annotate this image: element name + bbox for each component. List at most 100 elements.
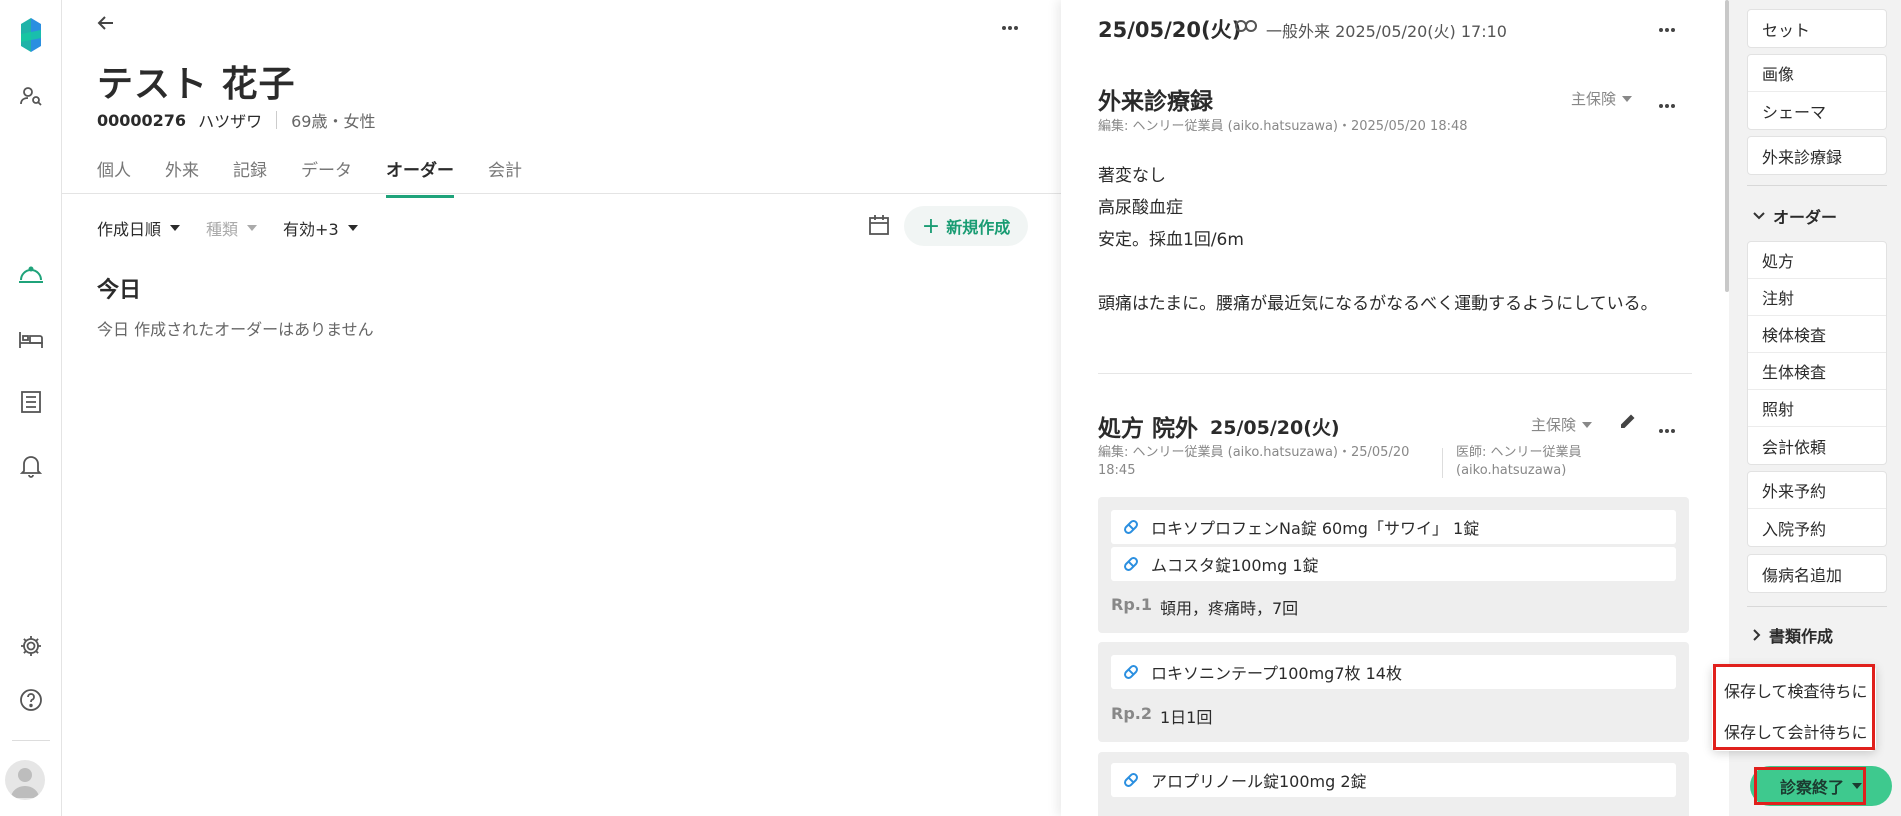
rp-usage: Rp.1 頓用，疼痛時，7回 — [1111, 595, 1298, 619]
sidebar-group: 外来診療録 — [1747, 136, 1887, 175]
sidebar-item-set[interactable]: セット — [1748, 10, 1886, 47]
caret-down-icon — [1582, 421, 1593, 428]
note-line: 頭痛はたまに。腰痛が最近気になるがなるべく運動するようにしている。 — [1098, 294, 1658, 314]
tab-orders[interactable]: オーダー — [386, 156, 454, 198]
more-icon[interactable] — [1659, 18, 1675, 37]
insurance-dropdown[interactable]: 主保険 — [1571, 88, 1633, 109]
link-icon[interactable] — [1235, 18, 1257, 37]
plus-icon: + — [921, 213, 941, 239]
sidebar-item-add-diagnosis[interactable]: 傷病名追加 — [1748, 555, 1886, 592]
note-line — [1098, 256, 1698, 288]
bell-icon[interactable] — [11, 446, 51, 486]
medication-item[interactable]: ロキソプロフェンNa錠 60mg「サワイ」 1錠 — [1111, 510, 1676, 544]
record-panel: 25/05/20(火) 一般外来 2025/05/20(火) 17:10 外来診… — [1061, 0, 1729, 816]
pill-icon — [1121, 517, 1141, 537]
docs-section-toggle[interactable]: 書類作成 — [1753, 623, 1833, 647]
order-heading: オーダー — [1773, 208, 1838, 227]
valid-dropdown[interactable]: 有効+3 — [283, 216, 358, 240]
sidebar-group: セット — [1747, 9, 1887, 48]
sidebar-item-image[interactable]: 画像 — [1748, 55, 1886, 92]
more-icon[interactable] — [1659, 419, 1675, 438]
prescription-edited-info: 編集: ヘンリー従業員 (aiko.hatsuzawa)・25/05/20 18… — [1098, 444, 1428, 480]
logo-icon[interactable] — [11, 16, 51, 56]
meta-separator — [276, 111, 278, 129]
medication-item[interactable]: ロキソニンテープ100mg7枚 14枚 — [1111, 655, 1676, 689]
back-arrow-icon[interactable] — [96, 13, 116, 37]
pill-icon — [1121, 662, 1141, 682]
sidebar-item-injection[interactable]: 注射 — [1748, 279, 1886, 316]
sidebar-item-outpatient-reservation[interactable]: 外来予約 — [1748, 472, 1886, 509]
insurance-label: 主保険 — [1531, 416, 1577, 434]
today-heading: 今日 — [97, 278, 142, 303]
reception-icon[interactable] — [11, 256, 51, 296]
caret-down-icon — [347, 225, 358, 231]
help-icon[interactable] — [11, 680, 51, 720]
sidebar-item-schema[interactable]: シェーマ — [1748, 92, 1886, 129]
note-line: 安定。採血1回/6m — [1098, 230, 1244, 250]
type-label: 種類 — [206, 220, 239, 239]
tab-underline — [62, 193, 1061, 194]
valid-label: 有効+3 — [283, 220, 339, 239]
rp-block: ロキソプロフェンNa錠 60mg「サワイ」 1錠 ムコスタ錠100mg 1錠 R… — [1098, 497, 1689, 633]
patient-id: 00000276 — [97, 110, 187, 130]
new-order-button[interactable]: + 新規作成 — [904, 206, 1028, 246]
tab-outpatient[interactable]: 外来 — [165, 156, 199, 198]
more-icon[interactable] — [1002, 16, 1018, 35]
doctor-line: 医師: ヘンリー従業員 — [1456, 445, 1582, 460]
prescription-date: 25/05/20(火) — [1210, 417, 1340, 439]
tab-billing[interactable]: 会計 — [488, 156, 522, 198]
sort-dropdown[interactable]: 作成日順 — [97, 216, 181, 240]
patient-search-icon[interactable] — [11, 76, 51, 116]
sidebar-group: 処方 注射 検体検査 生体検査 照射 会計依頼 — [1747, 241, 1887, 465]
new-order-label: 新規作成 — [946, 218, 1011, 237]
patient-panel: テスト 花子 00000276 ハツザワ 69歳・女性 個人 外来 記録 データ… — [62, 0, 1061, 816]
calendar-icon[interactable] — [868, 214, 890, 240]
patient-tabs: 個人 外来 記録 データ オーダー 会計 — [97, 156, 556, 198]
patient-name: テスト 花子 — [97, 64, 296, 105]
sidebar-item-outpatient-record[interactable]: 外来診療録 — [1748, 137, 1886, 174]
rp-block: ロキソニンテープ100mg7枚 14枚 Rp.2 1日1回 — [1098, 642, 1689, 742]
patient-kana: ハツザワ — [198, 112, 263, 131]
sidebar-item-billing-request[interactable]: 会計依頼 — [1748, 427, 1886, 464]
rp-number: Rp.2 — [1111, 704, 1152, 723]
medication-item[interactable]: ムコスタ錠100mg 1錠 — [1111, 547, 1676, 581]
tab-records[interactable]: 記録 — [233, 156, 267, 198]
edit-pencil-icon[interactable] — [1619, 412, 1637, 434]
tab-data[interactable]: データ — [301, 156, 352, 198]
sidebar-item-specimen-test[interactable]: 検体検査 — [1748, 316, 1886, 353]
more-icon[interactable] — [1659, 94, 1675, 113]
bed-icon[interactable] — [11, 320, 51, 360]
section-divider — [1098, 373, 1692, 374]
medication-name: アロプリノール錠100mg 2錠 — [1151, 772, 1367, 791]
empty-message: 今日 作成されたオーダーはありません — [97, 320, 374, 339]
patient-age-sex: 69歳・女性 — [291, 112, 376, 131]
clinical-notes: 著変なし 高尿酸血症 安定。採血1回/6m 頭痛はたまに。腰痛が最近気になるがな… — [1098, 160, 1698, 320]
insurance-dropdown[interactable]: 主保険 — [1531, 414, 1593, 435]
medication-item[interactable]: アロプリノール錠100mg 2錠 — [1111, 763, 1676, 797]
order-filters: 作成日順 種類 有効+3 — [97, 216, 384, 240]
avatar[interactable] — [5, 760, 45, 800]
sidebar-item-physiological-test[interactable]: 生体検査 — [1748, 353, 1886, 390]
order-section-toggle[interactable]: オーダー — [1753, 204, 1837, 228]
sidebar-item-prescription[interactable]: 処方 — [1748, 242, 1886, 279]
medication-name: ロキソニンテープ100mg7枚 14枚 — [1151, 664, 1402, 683]
outpatient-record-title: 外来診療録 — [1098, 89, 1213, 115]
gear-icon[interactable] — [11, 626, 51, 666]
prescription-title: 処方 院外 — [1098, 416, 1199, 442]
type-dropdown[interactable]: 種類 — [206, 216, 258, 240]
left-rail — [0, 0, 62, 816]
sidebar-item-radiation[interactable]: 照射 — [1748, 390, 1886, 427]
prescription-doctor-info: 医師: ヘンリー従業員 (aiko.hatsuzawa) — [1456, 444, 1582, 480]
list-icon[interactable] — [11, 382, 51, 422]
tab-personal[interactable]: 個人 — [97, 156, 131, 198]
chevron-right-icon — [1753, 629, 1761, 641]
pill-icon — [1121, 770, 1141, 790]
chevron-down-icon — [1753, 212, 1765, 220]
medication-name: ロキソプロフェンNa錠 60mg「サワイ」 1錠 — [1151, 519, 1480, 538]
rp-block: アロプリノール錠100mg 2錠 — [1098, 752, 1689, 816]
note-line: 著変なし — [1098, 166, 1166, 186]
sidebar-group: 外来予約 入院予約 — [1747, 471, 1887, 547]
rail-divider — [12, 740, 50, 741]
medication-name: ムコスタ錠100mg 1錠 — [1151, 556, 1319, 575]
sidebar-item-admission-reservation[interactable]: 入院予約 — [1748, 509, 1886, 546]
